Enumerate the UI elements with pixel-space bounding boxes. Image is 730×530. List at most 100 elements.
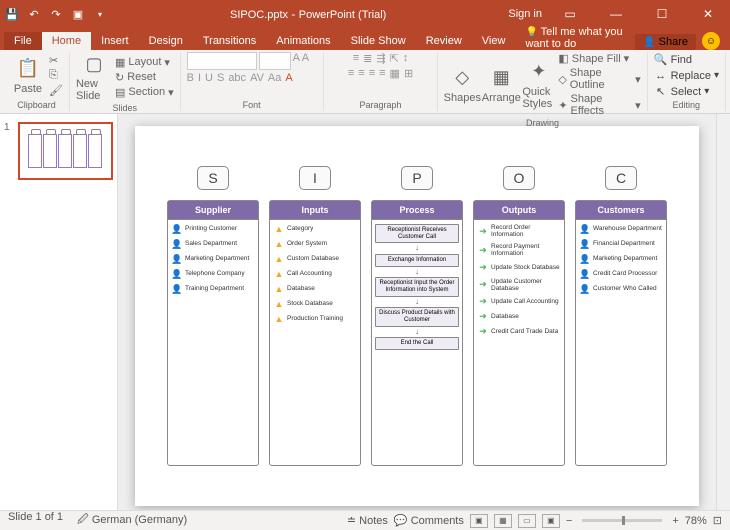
list-item: ▲Call Accounting: [272, 269, 358, 279]
item-label: Printing Customer: [185, 225, 237, 232]
item-icon: 👤: [172, 254, 182, 264]
close-icon[interactable]: ✕: [690, 0, 726, 28]
sipoc-column: Inputs▲Category▲Order System▲Custom Data…: [269, 200, 361, 466]
item-icon: ▲: [274, 224, 284, 234]
flow-arrow-icon: ↓: [415, 300, 419, 305]
copy-button[interactable]: ⎘: [49, 69, 63, 82]
tab-slideshow[interactable]: Slide Show: [341, 32, 416, 50]
zoom-in-button[interactable]: +: [672, 515, 678, 527]
italic-button[interactable]: I: [198, 72, 201, 84]
font-combo[interactable]: [187, 52, 257, 70]
list-item: ▲Database: [272, 284, 358, 294]
cut-button[interactable]: ✂: [49, 54, 63, 67]
replace-button[interactable]: ↔Replace ▾: [654, 69, 719, 83]
item-label: Record Payment Information: [491, 243, 560, 257]
tab-design[interactable]: Design: [139, 32, 193, 50]
tab-review[interactable]: Review: [416, 32, 472, 50]
find-button[interactable]: 🔍Find: [654, 53, 719, 67]
comments-button[interactable]: 💬 Comments: [394, 514, 464, 527]
list-item: 👤Marketing Department: [170, 254, 256, 264]
qat-more-icon[interactable]: ▾: [92, 6, 108, 22]
zoom-level[interactable]: 78%: [685, 515, 707, 527]
reset-button[interactable]: ↻ Reset: [115, 71, 174, 84]
tab-animations[interactable]: Animations: [266, 32, 340, 50]
size-combo[interactable]: [259, 52, 291, 70]
fit-icon[interactable]: ⊡: [713, 514, 722, 527]
undo-icon[interactable]: ↶: [26, 6, 42, 22]
flow-step: Receptionist Receives Customer Call: [375, 224, 459, 243]
normal-view-button[interactable]: ▣: [470, 514, 488, 528]
thumb-number: 1: [4, 122, 14, 180]
list-item: 👤Printing Customer: [170, 224, 256, 234]
item-label: Marketing Department: [593, 255, 657, 262]
ribbon-options-icon[interactable]: ▭: [552, 0, 588, 28]
slide-canvas[interactable]: SSupplier👤Printing Customer👤Sales Depart…: [118, 114, 716, 510]
paste-button[interactable]: 📋Paste: [10, 57, 46, 95]
list-item: 👤Customer Who Called: [578, 284, 664, 294]
section-button[interactable]: ▤ Section ▾: [115, 86, 174, 99]
shape-effects-button[interactable]: ✦ Shape Effects ▾: [558, 93, 640, 117]
column-header: Supplier: [168, 201, 258, 220]
maximize-icon[interactable]: ☐: [644, 0, 680, 28]
feedback-icon[interactable]: ☺: [702, 32, 720, 50]
format-painter-button[interactable]: 🖌: [49, 84, 63, 97]
shape-outline-button[interactable]: ◇ Shape Outline ▾: [558, 67, 640, 91]
tab-file[interactable]: File: [4, 32, 42, 50]
ribbon-tabs: File Home Insert Design Transitions Anim…: [0, 28, 730, 50]
titlebar: 💾 ↶ ↷ ▣ ▾ SIPOC.pptx - PowerPoint (Trial…: [0, 0, 730, 28]
item-icon: ➔: [478, 245, 488, 255]
slideshow-view-button[interactable]: ▣: [542, 514, 560, 528]
redo-icon[interactable]: ↷: [48, 6, 64, 22]
present-icon[interactable]: ▣: [70, 6, 86, 22]
group-clipboard: Clipboard: [10, 99, 63, 111]
sorter-view-button[interactable]: ▦: [494, 514, 512, 528]
sipoc-column: Outputs➔Record Order Information➔Record …: [473, 200, 565, 466]
shapes-button[interactable]: ◇Shapes: [444, 66, 480, 104]
tab-transitions[interactable]: Transitions: [193, 32, 266, 50]
align-left-button[interactable]: ≡: [348, 67, 354, 80]
strike-button[interactable]: S: [217, 72, 224, 84]
flow-arrow-icon: ↓: [415, 270, 419, 275]
select-button[interactable]: ↖Select ▾: [654, 85, 719, 99]
bold-button[interactable]: B: [187, 72, 194, 84]
underline-button[interactable]: U: [205, 72, 213, 84]
layout-button[interactable]: ▦ Layout ▾: [115, 56, 174, 69]
sipoc-column: Supplier👤Printing Customer👤Sales Departm…: [167, 200, 259, 466]
share-button[interactable]: Share: [635, 34, 696, 50]
item-icon: ➔: [478, 226, 488, 236]
shape-fill-button[interactable]: ◧ Shape Fill ▾: [558, 52, 640, 65]
item-label: Update Customer Database: [491, 278, 560, 292]
notes-button[interactable]: ≐ Notes: [347, 514, 388, 527]
item-icon: ➔: [478, 263, 488, 273]
list-item: ➔Update Stock Database: [476, 263, 562, 273]
bullets-button[interactable]: ≡: [353, 52, 359, 65]
font-color-button[interactable]: A: [285, 72, 292, 84]
zoom-slider[interactable]: [582, 519, 662, 522]
statusbar: Slide 1 of 1 🖉 German (Germany) ≐ Notes …: [0, 510, 730, 530]
slide-indicator[interactable]: Slide 1 of 1: [8, 511, 63, 530]
numbering-button[interactable]: ≣: [363, 52, 372, 65]
item-icon: 👤: [172, 239, 182, 249]
tell-me-input[interactable]: Tell me what you want to do: [525, 26, 635, 50]
list-item: 👤Marketing Department: [578, 254, 664, 264]
vertical-scrollbar[interactable]: [716, 114, 730, 510]
item-label: Telephone Company: [185, 270, 245, 277]
signin-link[interactable]: Sign in: [508, 8, 542, 20]
item-icon: ▲: [274, 254, 284, 264]
quick-styles-button[interactable]: ✦Quick Styles: [522, 60, 555, 110]
save-icon[interactable]: 💾: [4, 6, 20, 22]
reading-view-button[interactable]: ▭: [518, 514, 536, 528]
list-item: ➔Update Customer Database: [476, 278, 562, 292]
zoom-out-button[interactable]: −: [566, 515, 572, 527]
item-icon: ➔: [478, 280, 488, 290]
list-item: ▲Production Training: [272, 314, 358, 324]
slide-thumbnail[interactable]: [18, 122, 113, 180]
language-indicator[interactable]: 🖉 German (Germany): [77, 511, 187, 530]
minimize-icon[interactable]: ―: [598, 0, 634, 28]
arrange-button[interactable]: ▦Arrange: [483, 66, 519, 104]
new-slide-button[interactable]: ▢New Slide: [76, 52, 112, 102]
tab-insert[interactable]: Insert: [91, 32, 139, 50]
tab-view[interactable]: View: [472, 32, 516, 50]
tab-home[interactable]: Home: [42, 32, 91, 50]
list-item: 👤Warehouse Department: [578, 224, 664, 234]
